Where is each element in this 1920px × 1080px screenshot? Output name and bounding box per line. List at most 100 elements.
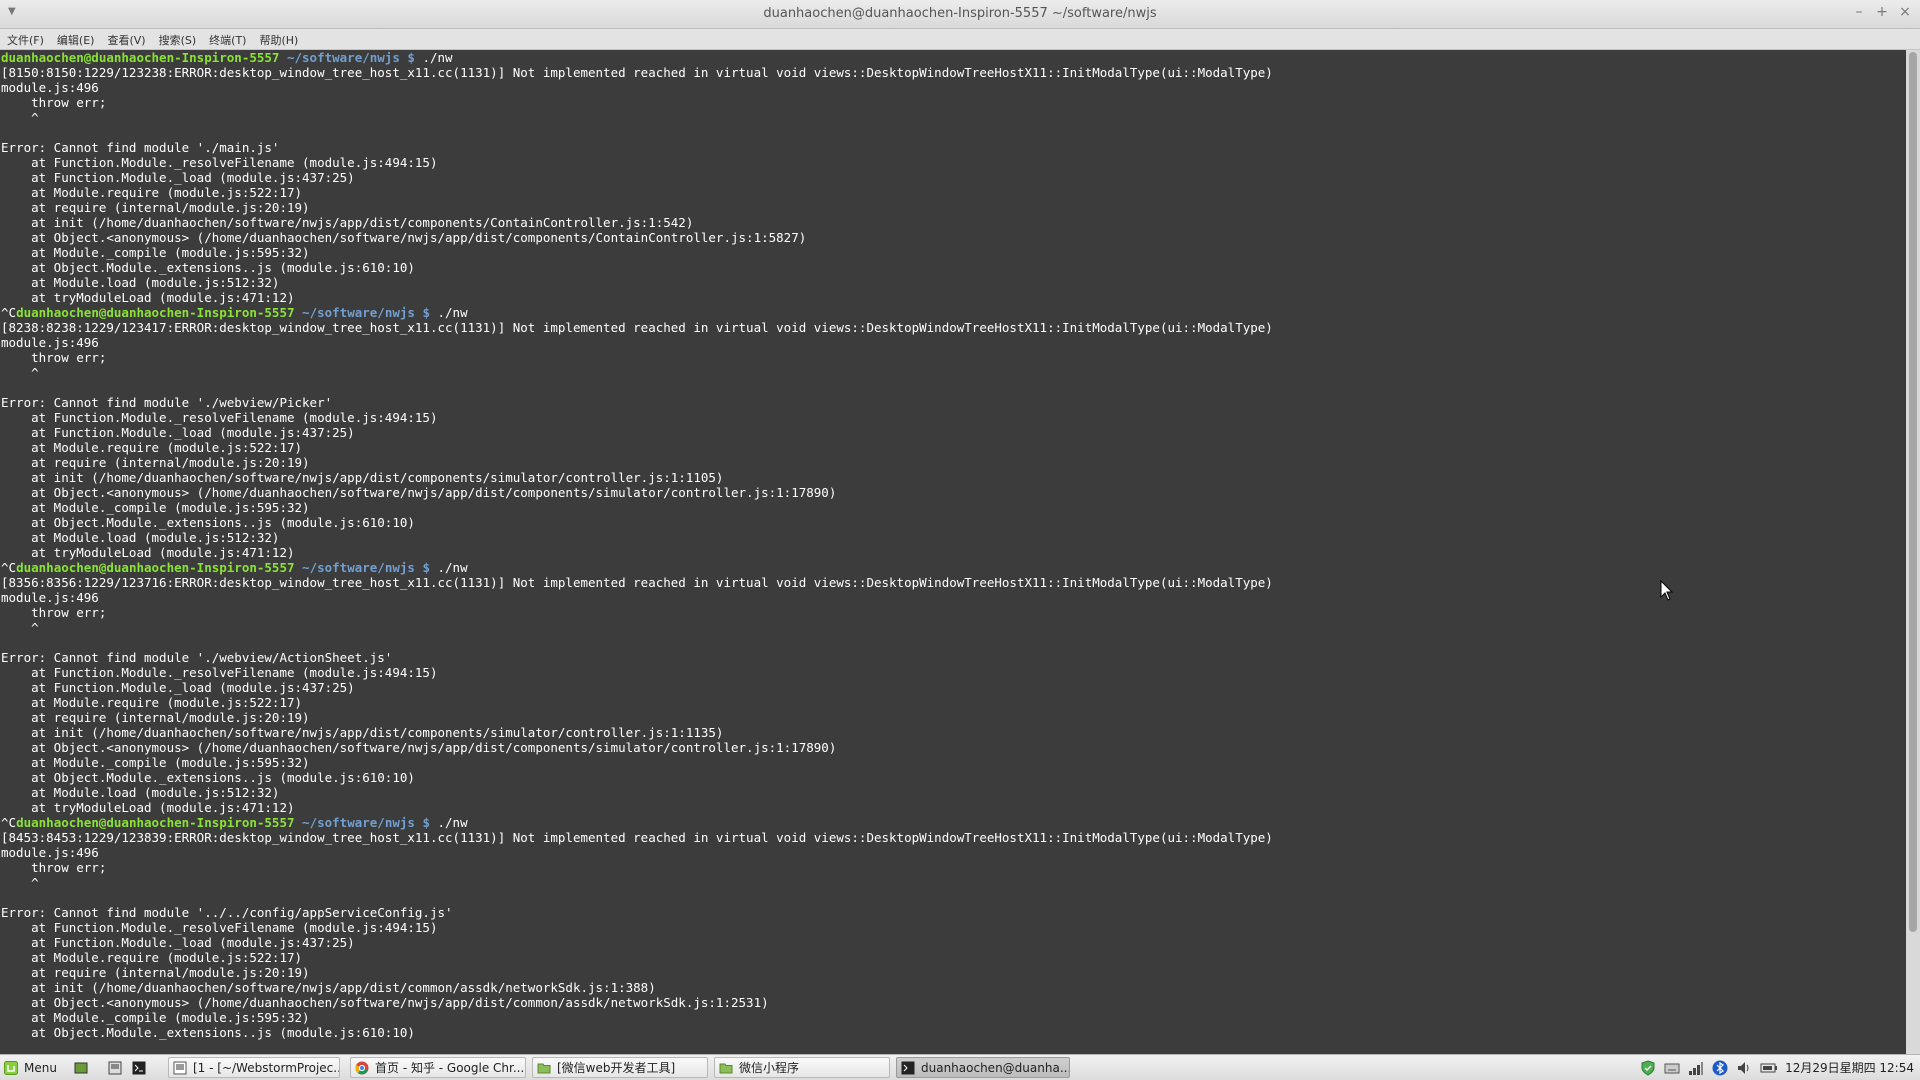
taskbar-window-label: [1 - [~/WebstormProjec... — [193, 1060, 340, 1075]
output-line: at tryModuleLoad (module.js:471:12) — [1, 290, 295, 305]
taskbar-window-label: [微信web开发者工具] — [557, 1061, 676, 1075]
bluetooth-icon[interactable] — [1712, 1060, 1728, 1076]
output-line: at Function.Module._load (module.js:437:… — [1, 935, 355, 950]
output-line: ^ — [1, 620, 39, 635]
output-line: at Object.Module._extensions..js (module… — [1, 260, 415, 275]
taskbar-window-button[interactable]: [1 - [~/WebstormProjec... — [168, 1057, 340, 1078]
menu-file[interactable]: 文件(F) — [0, 29, 50, 50]
folder-icon — [537, 1063, 551, 1073]
taskbar-window-label: 首页 - 知乎 - Google Chr... — [375, 1061, 525, 1075]
prompt-command: ./nw — [429, 815, 468, 830]
start-menu-label: Menu — [24, 1060, 57, 1075]
output-line: at Module.load (module.js:512:32) — [1, 275, 280, 290]
output-line: at Object.<anonymous> (/home/duanhaochen… — [1, 230, 807, 245]
output-line: Error: Cannot find module '../../config/… — [1, 905, 453, 920]
output-line: module.js:496 — [1, 335, 99, 350]
output-line: at require (internal/module.js:20:19) — [1, 710, 310, 725]
output-line: throw err; — [1, 860, 107, 875]
menu-help[interactable]: 帮助(H) — [252, 29, 304, 50]
prompt-path: ~/software/nwjs $ — [294, 815, 430, 830]
output-line: throw err; — [1, 95, 107, 110]
taskbar-window-button[interactable]: duanhaochen@duanha... — [896, 1057, 1070, 1078]
file-manager-icon — [108, 1061, 122, 1074]
output-line: at init (/home/duanhaochen/software/nwjs… — [1, 215, 694, 230]
output-line: throw err; — [1, 605, 107, 620]
output-line: [8356:8356:1229/123716:ERROR:desktop_win… — [1, 575, 1273, 590]
folder-icon — [719, 1063, 733, 1073]
output-line: at Function.Module._resolveFilename (mod… — [1, 155, 438, 170]
maximize-button[interactable]: + — [1873, 4, 1891, 20]
output-line: at Module.require (module.js:522:17) — [1, 440, 303, 455]
output-line: at Object.Module._extensions..js (module… — [1, 515, 415, 530]
show-desktop-button[interactable] — [74, 1057, 94, 1078]
output-line: at Object.Module._extensions..js (module… — [1, 770, 415, 785]
output-line: at Function.Module._resolveFilename (mod… — [1, 920, 438, 935]
volume-icon[interactable] — [1736, 1060, 1752, 1076]
output-line: at Module.require (module.js:522:17) — [1, 950, 303, 965]
output-line: Error: Cannot find module './webview/Pic… — [1, 395, 333, 410]
output-line: at Function.Module._load (module.js:437:… — [1, 170, 355, 185]
keyboard-icon[interactable] — [1664, 1060, 1680, 1076]
output-line: at Module._compile (module.js:595:32) — [1, 1010, 310, 1025]
prompt-path: ~/software/nwjs $ — [294, 560, 430, 575]
prompt-user: duanhaochen@duanhaochen-Inspiron-5557 — [16, 305, 295, 320]
network-icon[interactable] — [1688, 1060, 1704, 1076]
prompt-command: ./nw — [429, 560, 468, 575]
output-line: ^ — [1, 110, 39, 125]
output-line: at Object.<anonymous> (/home/duanhaochen… — [1, 485, 837, 500]
output-line: at Function.Module._load (module.js:437:… — [1, 680, 355, 695]
output-line: at Module.require (module.js:522:17) — [1, 695, 303, 710]
terminal-scrollbar[interactable] — [1906, 50, 1920, 1054]
terminal-launcher[interactable] — [132, 1057, 152, 1078]
terminal-output[interactable]: duanhaochen@duanhaochen-Inspiron-5557 ~/… — [0, 50, 1906, 1054]
output-line: throw err; — [1, 350, 107, 365]
output-line: ^ — [1, 875, 39, 890]
mouse-cursor-icon — [1660, 580, 1674, 601]
menu-view[interactable]: 查看(V) — [100, 29, 151, 50]
output-line: Error: Cannot find module './webview/Act… — [1, 650, 393, 665]
output-line: at Object.<anonymous> (/home/duanhaochen… — [1, 740, 837, 755]
menu-terminal[interactable]: 终端(T) — [202, 29, 252, 50]
mint-logo-icon — [4, 1060, 18, 1075]
close-button[interactable]: × — [1896, 4, 1914, 20]
output-line: module.js:496 — [1, 845, 99, 860]
prompt-user: duanhaochen@duanhaochen-Inspiron-5557 — [16, 560, 295, 575]
output-line: at Module._compile (module.js:595:32) — [1, 755, 310, 770]
prompt-path: ~/software/nwjs $ — [279, 50, 415, 65]
file-manager-launcher[interactable] — [108, 1057, 128, 1078]
output-line: at Module._compile (module.js:595:32) — [1, 245, 310, 260]
battery-icon[interactable] — [1760, 1060, 1778, 1076]
window-title: duanhaochen@duanhaochen-Inspiron-5557 ~/… — [763, 6, 1157, 21]
scrollbar-thumb[interactable] — [1909, 52, 1917, 932]
taskbar-window-button[interactable]: 首页 - 知乎 - Google Chr... — [350, 1057, 526, 1078]
output-line: at tryModuleLoad (module.js:471:12) — [1, 545, 295, 560]
chrome-icon — [355, 1061, 369, 1074]
taskbar-window-button[interactable]: [微信web开发者工具] — [532, 1057, 708, 1078]
prompt-line: ^Cduanhaochen@duanhaochen-Inspiron-5557 … — [0, 560, 1906, 575]
output-line: at Function.Module._resolveFilename (mod… — [1, 665, 438, 680]
output-line: at Module.require (module.js:522:17) — [1, 185, 303, 200]
prompt-user: duanhaochen@duanhaochen-Inspiron-5557 — [1, 50, 280, 65]
taskbar-window-button[interactable]: 微信小程序 — [714, 1057, 890, 1078]
prompt-line: ^Cduanhaochen@duanhaochen-Inspiron-5557 … — [0, 815, 1906, 830]
shield-icon[interactable] — [1640, 1060, 1656, 1076]
output-line: at tryModuleLoad (module.js:471:12) — [1, 800, 295, 815]
clock[interactable]: 12月29日星期四 12:54 — [1785, 1059, 1914, 1076]
output-line: [8238:8238:1229/123417:ERROR:desktop_win… — [1, 320, 1273, 335]
prompt-user: duanhaochen@duanhaochen-Inspiron-5557 — [16, 815, 295, 830]
minimize-button[interactable]: – — [1850, 4, 1868, 20]
interrupt-marker: ^C — [1, 815, 17, 830]
terminal-launcher-icon — [132, 1061, 146, 1074]
window-titlebar[interactable]: ▼ duanhaochen@duanhaochen-Inspiron-5557 … — [0, 0, 1920, 29]
output-line: at init (/home/duanhaochen/software/nwjs… — [1, 980, 656, 995]
menu-search[interactable]: 搜索(S) — [152, 29, 203, 50]
output-line: ^ — [1, 365, 39, 380]
interrupt-marker: ^C — [1, 305, 17, 320]
menu-edit[interactable]: 编辑(E) — [50, 29, 101, 50]
taskbar-window-label: duanhaochen@duanha... — [921, 1060, 1070, 1075]
interrupt-marker: ^C — [1, 560, 17, 575]
start-menu-button[interactable]: Menu — [4, 1057, 70, 1078]
output-line: [8150:8150:1229/123238:ERROR:desktop_win… — [1, 65, 1273, 80]
